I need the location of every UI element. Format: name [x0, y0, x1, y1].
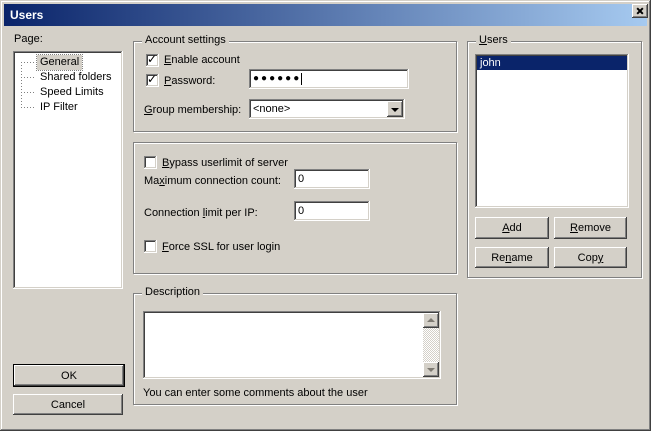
close-icon: [636, 7, 644, 15]
description-textarea[interactable]: [143, 311, 441, 379]
bypass-userlimit-checkbox[interactable]: [144, 156, 157, 169]
password-checkbox[interactable]: ✓: [146, 74, 159, 87]
arrow-up-icon: [427, 318, 435, 322]
max-connection-label: Maximum connection count:: [144, 175, 281, 187]
page-label: Page:: [14, 33, 43, 45]
connection-per-ip-input[interactable]: 0: [294, 201, 370, 221]
enable-account-checkbox[interactable]: ✓: [146, 54, 159, 67]
page-item-shared-folders[interactable]: Shared folders: [15, 70, 121, 85]
force-ssl-checkbox[interactable]: [144, 240, 157, 253]
description-scrollbar[interactable]: [423, 313, 439, 377]
account-settings-group: Account settings ✓ Enable account ✓ Pass…: [133, 41, 457, 132]
chevron-down-icon: [391, 108, 399, 112]
description-hint: You can enter some comments about the us…: [143, 387, 368, 399]
password-input[interactable]: ●●●●●●: [249, 69, 409, 89]
text-caret: [301, 73, 302, 85]
page-item-speed-limits[interactable]: Speed Limits: [15, 85, 121, 100]
description-title: Description: [142, 286, 203, 298]
rename-button[interactable]: Rename: [475, 247, 549, 268]
group-membership-label: Group membership:: [144, 104, 241, 116]
title-bar[interactable]: Users: [4, 4, 647, 26]
copy-button[interactable]: Copy: [554, 247, 627, 268]
page-item-ip-filter[interactable]: IP Filter: [15, 100, 121, 115]
max-connection-input[interactable]: 0: [294, 169, 370, 189]
group-membership-value: <none>: [253, 99, 290, 119]
dropdown-button[interactable]: [387, 101, 403, 117]
window-title: Users: [4, 8, 43, 22]
ok-button[interactable]: OK: [13, 364, 125, 387]
page-list[interactable]: General Shared folders Speed Limits IP F…: [13, 51, 123, 289]
remove-button[interactable]: Remove: [554, 217, 627, 239]
group-membership-select[interactable]: <none>: [249, 99, 405, 119]
connection-per-ip-label: Connection limit per IP:: [144, 207, 258, 219]
connection-limits-group: Bypass userlimit of server Maximum conne…: [133, 142, 457, 274]
users-list[interactable]: john: [475, 54, 629, 208]
user-list-item[interactable]: john: [477, 56, 627, 70]
checkmark-icon: ✓: [147, 52, 157, 66]
bypass-userlimit-label: Bypass userlimit of server: [162, 157, 288, 169]
password-masked-value: ●●●●●●: [253, 73, 301, 84]
scroll-up-button[interactable]: [423, 313, 439, 328]
cancel-button[interactable]: Cancel: [13, 394, 123, 415]
arrow-down-icon: [427, 368, 435, 372]
description-group: Description You can enter some comments …: [133, 293, 457, 405]
force-ssl-label: Force SSL for user login: [162, 241, 280, 253]
scroll-down-button[interactable]: [423, 362, 439, 377]
enable-account-label: Enable account: [164, 54, 240, 66]
password-label: Password:: [164, 75, 215, 87]
users-dialog: Users Page: General Shared folders Speed…: [0, 0, 651, 431]
close-button[interactable]: [632, 4, 648, 18]
users-group: Users john Add Remove Rename Copy: [467, 41, 642, 278]
account-settings-title: Account settings: [142, 34, 229, 46]
checkmark-icon: ✓: [147, 72, 157, 86]
page-item-general[interactable]: General: [15, 55, 121, 70]
add-button[interactable]: Add: [475, 217, 549, 239]
users-title: Users: [476, 34, 511, 46]
